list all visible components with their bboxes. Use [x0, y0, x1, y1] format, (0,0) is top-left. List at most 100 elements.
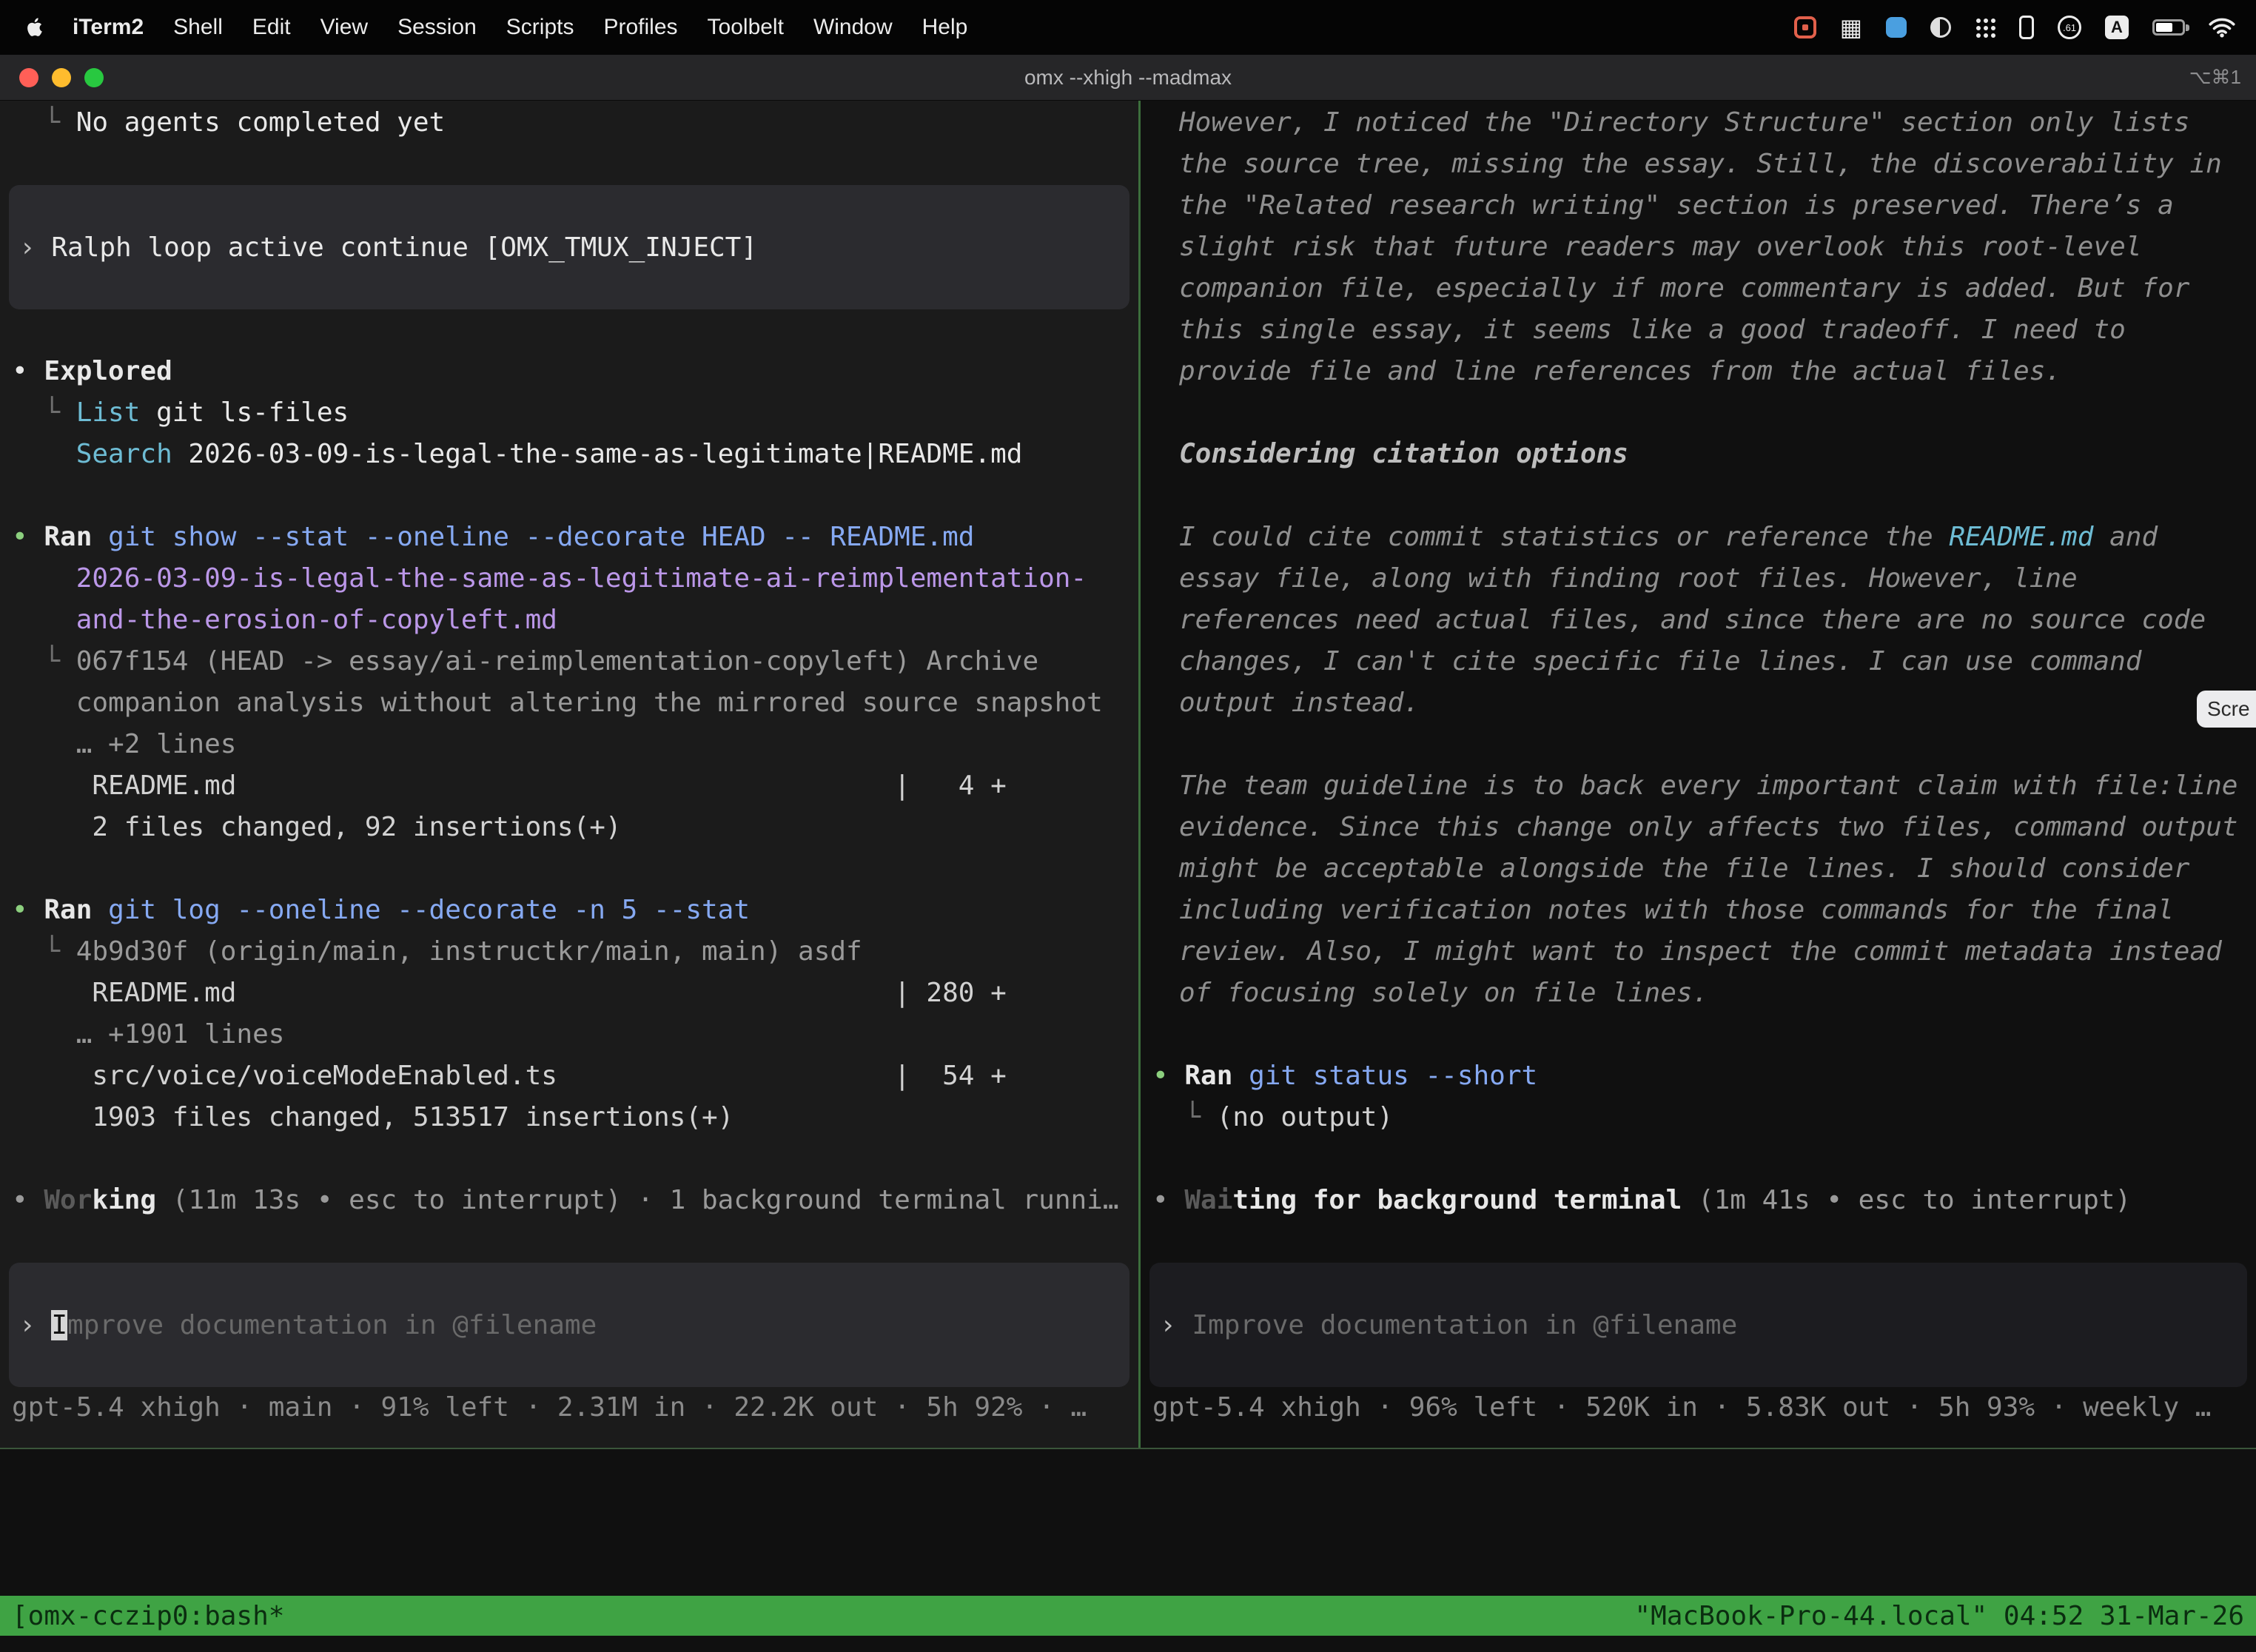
action-list-label: List [76, 397, 141, 428]
agents-note-line: └ No agents completed yet [0, 102, 1138, 144]
git-log-command-line: • Ran git log --oneline --decorate -n 5 … [0, 890, 1138, 931]
menu-item-help[interactable]: Help [907, 15, 983, 40]
thinking-line: However, I noticed the "Directory Struct… [1141, 102, 2256, 144]
git-status-output: └ (no output) [1141, 1097, 2256, 1138]
phone-icon[interactable] [2019, 16, 2034, 39]
waiting-detail: (1m 41s • esc to interrupt) [1682, 1185, 2131, 1215]
thinking-line: I could cite commit statistics or refere… [1141, 517, 2256, 558]
readme-file-reference: README.md [1949, 522, 2093, 552]
ralph-prompt-glyph: › [19, 232, 51, 263]
thinking-line: changes, I can't cite specific file line… [1141, 641, 2256, 682]
composer-prompt-glyph: › [19, 1310, 51, 1340]
dark-circle-icon[interactable] [1930, 17, 1951, 38]
thinking-text: I could cite commit statistics or refere… [1179, 522, 1949, 552]
git-log-command: git log --oneline --decorate -n 5 --stat [108, 895, 750, 925]
composer-placeholder: Improve documentation in @filename [1192, 1310, 1737, 1340]
tree-glyph: └ [1152, 1102, 1217, 1132]
git-log-more-lines: … +1901 lines [0, 1014, 1138, 1055]
waiting-shimmer-bright: ting for background terminal [1232, 1185, 1682, 1215]
menu-item-shell[interactable]: Shell [158, 15, 238, 40]
tmux-host-clock: "MacBook-Pro-44.local" 04:52 31-Mar-26 [1634, 1601, 2244, 1631]
zoom-button[interactable] [84, 68, 104, 87]
tree-glyph: └ [12, 646, 76, 676]
thinking-line: the "Related research writing" section i… [1141, 185, 2256, 226]
working-status-line: • Working (11m 13s • esc to interrupt) ·… [0, 1180, 1138, 1221]
dots-grid-icon[interactable] [1975, 17, 1995, 38]
git-log-output-1: └ 4b9d30f (origin/main, instructkr/main,… [0, 931, 1138, 973]
tmux-pane-right[interactable]: However, I noticed the "Directory Struct… [1141, 101, 2256, 1448]
git-show-command: git show --stat --oneline --decorate HEA… [108, 522, 974, 552]
waiting-bullet: • [1152, 1185, 1184, 1215]
window-titlebar[interactable]: omx --xhigh --madmax ⌥⌘1 [0, 55, 2256, 101]
omx-status-line: [OMX#0.11.9] cczip/essay/ai-reimplementa… [0, 1470, 2256, 1511]
thinking-line: slight risk that future readers may over… [1141, 226, 2256, 268]
tree-glyph: └ [12, 107, 76, 138]
thinking-line: provide file and line references from th… [1141, 351, 2256, 392]
explored-list-line: └ List git ls-files [0, 392, 1138, 434]
thinking-line: evidence. Since this change only affects… [1141, 807, 2256, 848]
menu-item-edit[interactable]: Edit [238, 15, 306, 40]
apple-menu[interactable] [0, 17, 61, 38]
ran-bullet: • [1152, 1061, 1184, 1091]
working-shimmer-bright: king [92, 1185, 156, 1215]
explored-bullet: • [12, 356, 44, 386]
window-title: omx --xhigh --madmax [0, 66, 2256, 90]
minimize-button[interactable] [52, 68, 71, 87]
blue-app-icon[interactable] [1886, 17, 1907, 38]
composer-input-right[interactable]: › Improve documentation in @filename [1149, 1263, 2247, 1387]
screen-recording-icon[interactable] [1794, 16, 1816, 38]
commit-line: 4b9d30f (origin/main, instructkr/main, m… [76, 936, 862, 967]
menu-item-iterm2[interactable]: iTerm2 [61, 15, 158, 40]
working-shimmer-dim: Wor [44, 1185, 92, 1215]
close-button[interactable] [19, 68, 38, 87]
tmux-pane-divider[interactable] [1138, 101, 1141, 1448]
battery-fill [2156, 23, 2172, 32]
git-log-stat-readme: README.md | 280 + [0, 973, 1138, 1014]
menu-item-window[interactable]: Window [799, 15, 907, 40]
screen-share-edge-button[interactable]: Scre [2197, 691, 2256, 728]
thinking-line: output instead. [1141, 682, 2256, 724]
thinking-line: review. Also, I might want to inspect th… [1141, 931, 2256, 973]
apple-logo-icon [27, 17, 44, 38]
battery-icon[interactable] [2152, 19, 2185, 36]
action-search-label: Search [76, 439, 172, 469]
tree-glyph: └ [12, 397, 76, 428]
working-detail: (11m 13s • esc to interrupt) · 1 backgro… [156, 1185, 1118, 1215]
traffic-lights [0, 68, 104, 87]
ran-bullet: • [12, 895, 44, 925]
working-bullet: • [12, 1185, 44, 1215]
git-show-stat-readme: README.md | 4 + [0, 765, 1138, 807]
composer-input-left[interactable]: › Improve documentation in @filename [9, 1263, 1129, 1387]
composer-placeholder: mprove documentation in @filename [67, 1310, 597, 1340]
git-show-arg-wrap-1: 2026-03-09-is-legal-the-same-as-legitima… [0, 558, 1138, 600]
menu-item-scripts[interactable]: Scripts [491, 15, 589, 40]
no-output-text: (no output) [1217, 1102, 1393, 1132]
menu-bar: iTerm2 Shell Edit View Session Scripts P… [0, 0, 2256, 55]
menu-item-view[interactable]: View [306, 15, 383, 40]
thinking-line: references need actual files, and since … [1141, 600, 2256, 641]
thinking-line: essay file, along with finding root file… [1141, 558, 2256, 600]
thinking-line: including verification notes with those … [1141, 890, 2256, 931]
ralph-banner-text: Ralph loop active continue [OMX_TMUX_INJ… [51, 232, 757, 263]
menu-item-toolbelt[interactable]: Toolbelt [693, 15, 799, 40]
tmux-pane-left[interactable]: └ No agents completed yet › Ralph loop a… [0, 101, 1138, 1448]
git-log-stat-summary: 1903 files changed, 513517 insertions(+) [0, 1097, 1138, 1138]
thinking-line: this single essay, it seems like a good … [1141, 309, 2256, 351]
menu-item-profiles[interactable]: Profiles [588, 15, 692, 40]
macos-screen: iTerm2 Shell Edit View Session Scripts P… [0, 0, 2256, 1652]
wifi-icon[interactable] [2209, 17, 2235, 38]
input-source-icon[interactable]: A [2105, 16, 2129, 39]
agents-note-text: No agents completed yet [76, 107, 446, 138]
git-show-output-2: companion analysis without altering the … [0, 682, 1138, 724]
git-log-stat-voice: src/voice/voiceModeEnabled.ts | 54 + [0, 1055, 1138, 1097]
thinking-heading: Considering citation options [1141, 434, 2256, 475]
thinking-line: of focusing solely on file lines. [1141, 973, 2256, 1014]
model-status-line-left: gpt-5.4 xhigh · main · 91% left · 2.31M … [0, 1387, 1138, 1428]
composer-prompt-glyph: › [1160, 1310, 1192, 1340]
waiting-status-line: • Waiting for background terminal (1m 41… [1141, 1180, 2256, 1221]
battery-gauge-icon[interactable]: .61 [2058, 16, 2081, 39]
menu-item-session[interactable]: Session [383, 15, 491, 40]
git-status-command-line: • Ran git status --short [1141, 1055, 2256, 1097]
ralph-inject-banner: › Ralph loop active continue [OMX_TMUX_I… [9, 185, 1129, 309]
window-grid-icon[interactable]: ▦ [1840, 16, 1862, 39]
